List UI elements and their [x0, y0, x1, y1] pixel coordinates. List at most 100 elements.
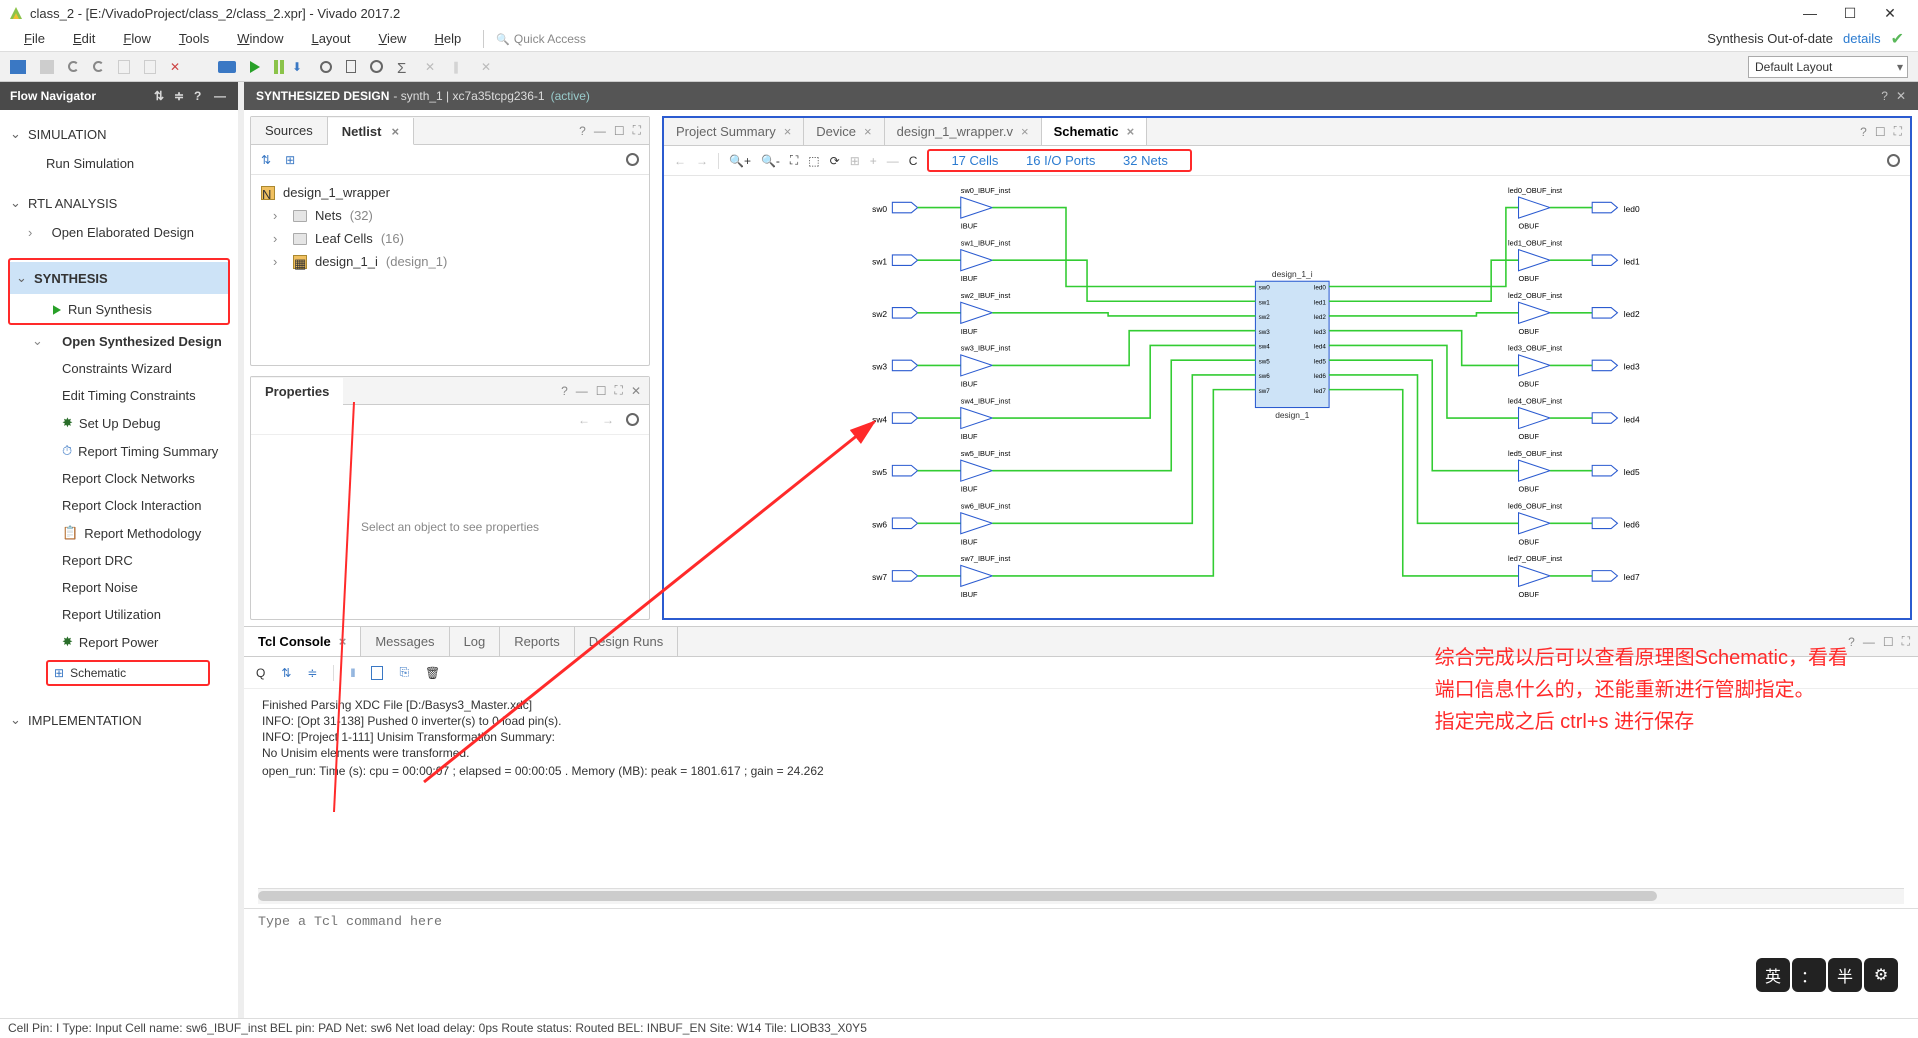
report-methodology[interactable]: 📋Report Methodology: [4, 519, 234, 547]
constraints-wizard[interactable]: Constraints Wizard: [4, 355, 234, 382]
reports-tab[interactable]: Reports: [500, 627, 575, 656]
minimize-panel-icon[interactable]: —: [214, 89, 228, 103]
report-clock-networks[interactable]: Report Clock Networks: [4, 465, 234, 492]
open-elaborated[interactable]: › Open Elaborated Design: [4, 219, 234, 246]
prop-fwd-icon[interactable]: →: [602, 413, 614, 427]
tab-project-summary[interactable]: Project Summary×: [664, 118, 804, 145]
run-icon[interactable]: [250, 61, 260, 73]
clear-console-icon[interactable]: ⎘: [399, 665, 409, 680]
run-simulation[interactable]: Run Simulation: [4, 150, 234, 177]
maximize-button[interactable]: ☐: [1830, 5, 1870, 22]
schematic-canvas[interactable]: design_1_i design_1 sw0sw0_IBUF_instIBUF…: [664, 176, 1910, 618]
menu-tools[interactable]: Tools: [165, 31, 223, 46]
open-icon[interactable]: [10, 60, 26, 74]
minimize-button[interactable]: —: [1790, 5, 1830, 21]
tcl-input[interactable]: [244, 909, 1918, 936]
pause-icon[interactable]: ‖: [350, 666, 355, 680]
zoom-in-icon[interactable]: 🔍+: [729, 154, 751, 168]
netlist-leaf-cells[interactable]: Leaf Cells (16): [261, 227, 639, 250]
undo-icon[interactable]: [68, 61, 79, 72]
panel-min-icon[interactable]: —: [594, 124, 606, 138]
cancel-icon[interactable]: ✕: [425, 60, 439, 74]
clear-icon[interactable]: ✕: [481, 60, 495, 74]
copy-icon[interactable]: [118, 60, 130, 74]
properties-tab[interactable]: Properties: [251, 378, 343, 405]
details-link[interactable]: details: [1843, 31, 1881, 46]
clock-icon[interactable]: [320, 61, 332, 73]
tab-schematic[interactable]: Schematic×: [1042, 118, 1148, 145]
bottom-restore-icon[interactable]: ☐: [1883, 635, 1894, 649]
prop-min-icon[interactable]: —: [576, 384, 588, 398]
menu-edit[interactable]: Edit: [59, 31, 109, 46]
open-synth-design[interactable]: ⌄ Open Synthesized Design: [4, 327, 234, 355]
ime-indicator[interactable]: 英 ： 半 ⚙: [1756, 958, 1898, 992]
edit-timing[interactable]: Edit Timing Constraints: [4, 382, 234, 409]
prop-close-icon[interactable]: ✕: [631, 384, 641, 398]
collapse-tree-icon[interactable]: ⇅: [154, 89, 168, 103]
rotate-icon[interactable]: ⟳: [830, 154, 840, 168]
prop-help-icon[interactable]: ?: [561, 384, 568, 398]
collapse-icon[interactable]: ⇅: [281, 666, 291, 680]
add-icon[interactable]: +: [870, 154, 877, 168]
implementation-section[interactable]: IMPLEMENTATION: [4, 704, 234, 736]
tab-device[interactable]: Device×: [804, 118, 884, 145]
paste-icon[interactable]: [144, 60, 156, 74]
sch-help-icon[interactable]: ?: [1860, 125, 1867, 139]
console-scrollbar[interactable]: [258, 888, 1904, 904]
messages-tab[interactable]: Messages: [361, 627, 449, 656]
sch-max-icon[interactable]: ⛶: [1894, 124, 1902, 139]
ime-settings[interactable]: ⚙: [1864, 958, 1898, 992]
nav-back-icon[interactable]: ←: [674, 154, 686, 168]
report-noise[interactable]: Report Noise: [4, 574, 234, 601]
prop-restore-icon[interactable]: ☐: [596, 384, 607, 398]
expand-icon[interactable]: ≑: [174, 89, 188, 103]
report-power[interactable]: ✸Report Power: [4, 628, 234, 656]
nav-fwd-icon[interactable]: →: [696, 154, 708, 168]
panel-max-icon[interactable]: ⛶: [633, 123, 641, 138]
banner-help-icon[interactable]: ?: [1881, 89, 1888, 103]
bottom-min-icon[interactable]: —: [1863, 635, 1875, 649]
stop-icon[interactable]: [274, 60, 278, 74]
ime-lang[interactable]: 英: [1756, 958, 1790, 992]
design-runs-tab[interactable]: Design Runs: [575, 627, 678, 656]
panel-restore-icon[interactable]: ☐: [614, 124, 625, 138]
simulation-section[interactable]: SIMULATION: [4, 118, 234, 150]
remove-icon[interactable]: —: [887, 154, 899, 168]
prop-settings-icon[interactable]: [626, 413, 639, 426]
menu-help[interactable]: Help: [420, 31, 475, 46]
tab-wrapper-file[interactable]: design_1_wrapper.v×: [885, 118, 1042, 145]
rtl-section[interactable]: RTL ANALYSIS: [4, 187, 234, 219]
trash-icon[interactable]: 🗑: [425, 666, 440, 680]
schematic-view-icon[interactable]: ⊞: [285, 153, 295, 167]
quick-access[interactable]: Quick Access: [496, 32, 586, 46]
settings-icon[interactable]: [370, 60, 383, 73]
layout-dropdown[interactable]: Default Layout: [1748, 56, 1908, 78]
expand-icon[interactable]: ⊞: [850, 154, 860, 168]
menu-view[interactable]: View: [365, 31, 421, 46]
report-drc[interactable]: Report DRC: [4, 547, 234, 574]
sources-tab[interactable]: Sources: [251, 117, 328, 144]
zoom-fit-icon[interactable]: ⛶: [790, 153, 798, 168]
step-icon[interactable]: ⬇: [292, 60, 306, 74]
brush-icon[interactable]: ∥: [453, 60, 467, 74]
stat-ports[interactable]: 16 I/O Ports: [1026, 153, 1095, 168]
refresh-icon[interactable]: C: [909, 154, 918, 168]
collapse-all-icon[interactable]: ⇅: [261, 153, 271, 167]
menu-layout[interactable]: Layout: [297, 31, 364, 46]
stat-cells[interactable]: 17 Cells: [951, 153, 998, 168]
clipboard-icon[interactable]: [346, 60, 356, 73]
menu-window[interactable]: Window: [223, 31, 297, 46]
netlist-root[interactable]: Ndesign_1_wrapper: [261, 181, 639, 204]
save-icon[interactable]: [40, 60, 54, 74]
search-icon[interactable]: Q: [256, 666, 265, 680]
delete-icon[interactable]: ✕: [170, 60, 184, 74]
run-synthesis[interactable]: Run Synthesis: [10, 296, 228, 323]
zoom-out-icon[interactable]: 🔍-: [761, 154, 780, 168]
close-button[interactable]: ✕: [1870, 5, 1910, 22]
prop-back-icon[interactable]: ←: [578, 413, 590, 427]
report-clock-interaction[interactable]: Report Clock Interaction: [4, 492, 234, 519]
stat-nets[interactable]: 32 Nets: [1123, 153, 1168, 168]
redo-icon[interactable]: [93, 61, 104, 72]
report-utilization[interactable]: Report Utilization: [4, 601, 234, 628]
synthesis-section[interactable]: SYNTHESIS: [10, 262, 228, 294]
